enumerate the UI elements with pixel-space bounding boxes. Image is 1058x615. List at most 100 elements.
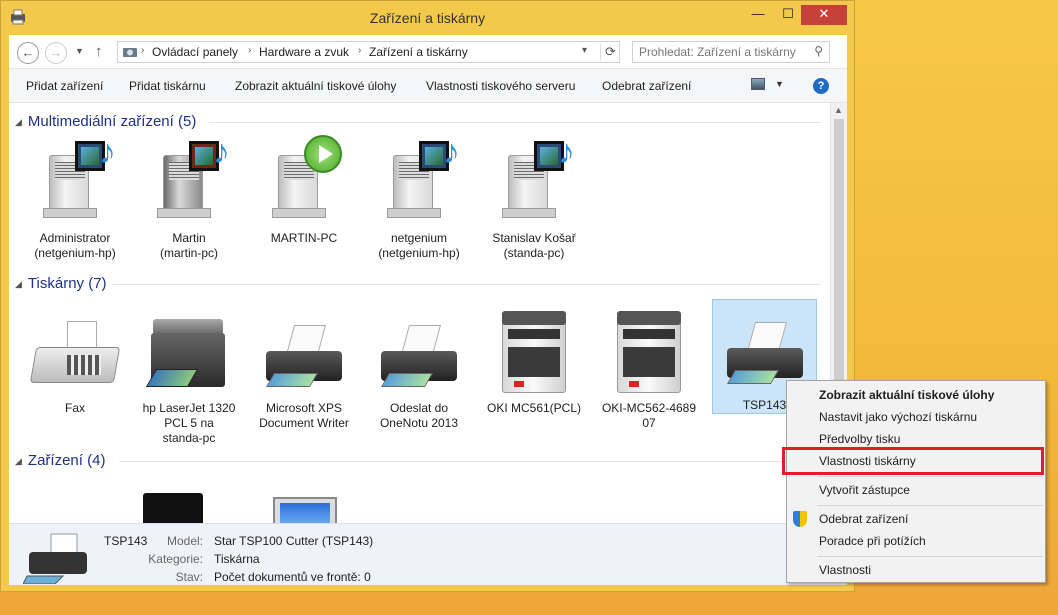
search-placeholder: Prohledat: Zařízení a tiskárny [639, 45, 796, 59]
group-title: Zařízení (4) [27, 452, 106, 469]
device-item[interactable]: OKI-MC562-4689 07 [594, 303, 704, 431]
device-item[interactable]: ♪ netgenium (netgenium-hp) [364, 133, 474, 261]
device-item[interactable]: Microsoft XPS Document Writer [249, 303, 359, 431]
group-divider [119, 461, 821, 462]
device-item[interactable]: ♪ Administrator (netgenium-hp) [20, 133, 130, 261]
menu-separator [817, 476, 1043, 477]
group-divider [209, 122, 821, 123]
details-pane: TSP143 Model: Star TSP100 Cutter (TSP143… [9, 523, 847, 585]
device-item[interactable]: MARTIN-PC [249, 133, 359, 246]
scroll-up-icon[interactable]: ▲ [834, 105, 843, 115]
device-name: Fax [64, 401, 85, 415]
print-server-properties-button[interactable]: Vlastnosti tiskového serveru [426, 79, 575, 93]
collapse-arrow-icon[interactable]: ◢ [15, 279, 22, 289]
devices-and-printers-window: Zařízení a tiskárny — ☐ ✕ ← → ▼ ↑ › Ovlá… [0, 0, 855, 592]
group-header-multimedia[interactable]: ◢ Multimediální zařízení (5) [15, 113, 196, 130]
device-name: Odeslat do [389, 401, 449, 415]
device-host: (netgenium-hp) [34, 246, 116, 260]
fax-icon [27, 303, 123, 399]
menu-item-troubleshoot[interactable]: Poradce při potížích [819, 534, 926, 548]
window-title: Zařízení a tiskárny [369, 10, 486, 26]
menu-item-printing-preferences[interactable]: Předvolby tisku [819, 432, 900, 446]
media-server-icon: ♪ [486, 133, 582, 229]
device-name-line2: Document Writer [259, 416, 349, 430]
group-header-printers[interactable]: ◢ Tiskárny (7) [15, 275, 107, 292]
device-item[interactable]: Fax [20, 303, 130, 416]
category-label: Kategorie: [148, 552, 203, 566]
device-item[interactable]: Odeslat do OneNotu 2013 [364, 303, 474, 431]
breadcrumb-separator: › [248, 45, 252, 56]
close-button[interactable]: ✕ [801, 5, 847, 25]
printer-icon [22, 530, 93, 585]
view-options-dropdown[interactable]: ▼ [775, 79, 784, 89]
device-name: Stanislav Košař [492, 231, 576, 245]
up-button[interactable]: ↑ [95, 43, 103, 60]
search-input[interactable]: Prohledat: Zařízení a tiskárny ⚲ [632, 41, 830, 63]
laptop-device-icon[interactable] [143, 493, 203, 523]
media-server-icon: ♪ [27, 133, 123, 229]
maximize-button[interactable]: ☐ [774, 5, 802, 25]
status-label: Stav: [175, 570, 203, 584]
breadcrumb-hardware-sound[interactable]: Hardware a zvuk [259, 45, 349, 59]
model-label: Model: [166, 534, 203, 548]
device-name: Microsoft XPS [265, 401, 343, 415]
navigation-bar: ← → ▼ ↑ › Ovládací panely › Hardware a z… [9, 35, 847, 69]
devices-list-view: ◢ Multimediální zařízení (5) ♪ Administra… [9, 103, 847, 523]
highlight-frame [782, 447, 1044, 475]
media-server-icon: ♪ [371, 133, 467, 229]
device-name: hp LaserJet 1320 [142, 401, 236, 415]
menu-separator [817, 556, 1043, 557]
device-name-line2: PCL 5 na [164, 416, 214, 430]
device-host: (martin-pc) [159, 246, 218, 260]
see-print-jobs-button[interactable]: Zobrazit aktuální tiskové úlohy [235, 79, 396, 93]
search-icon[interactable]: ⚲ [814, 44, 823, 58]
collapse-arrow-icon[interactable]: ◢ [15, 117, 22, 127]
device-name-line2: OneNotu 2013 [379, 416, 459, 430]
breadcrumb-control-panel[interactable]: Ovládací panely [152, 45, 238, 59]
breadcrumb-separator: › [358, 45, 362, 56]
menu-item-remove-device[interactable]: Odebrat zařízení [819, 512, 908, 526]
printer-icon [371, 303, 467, 399]
help-icon[interactable]: ? [813, 78, 829, 94]
minimize-button[interactable]: — [744, 5, 772, 25]
device-name: OKI-MC562-4689 [601, 401, 697, 415]
back-button[interactable]: ← [17, 42, 39, 64]
group-title: Tiskárny (7) [27, 275, 107, 292]
device-name: netgenium [390, 231, 448, 245]
device-item[interactable]: ♪ Martin (martin-pc) [134, 133, 244, 261]
device-host: (netgenium-hp) [378, 246, 460, 260]
menu-item-properties[interactable]: Vlastnosti [819, 563, 871, 577]
media-server-icon: ♪ [141, 133, 237, 229]
menu-item-create-shortcut[interactable]: Vytvořit zástupce [819, 483, 910, 497]
category-value: Tiskárna [214, 552, 260, 566]
change-view-icon[interactable] [751, 78, 765, 90]
refresh-icon[interactable]: ⟳ [600, 44, 616, 60]
title-bar[interactable]: Zařízení a tiskárny — ☐ ✕ [1, 1, 854, 35]
group-header-devices[interactable]: ◢ Zařízení (4) [15, 452, 105, 469]
breadcrumb-devices-printers[interactable]: Zařízení a tiskárny [369, 45, 468, 59]
command-bar: Přidat zařízení Přidat tiskárnu Zobrazit… [9, 69, 847, 103]
recent-locations-dropdown[interactable]: ▼ [75, 46, 84, 56]
device-item[interactable]: hp LaserJet 1320 PCL 5 na standa-pc [134, 303, 244, 446]
breadcrumb-separator: › [141, 45, 145, 56]
menu-separator [817, 505, 1043, 506]
uac-shield-icon [793, 511, 807, 527]
add-printer-button[interactable]: Přidat tiskárnu [129, 79, 206, 93]
menu-item-set-default-printer[interactable]: Nastavit jako výchozí tiskárnu [819, 410, 977, 424]
device-name-line3: standa-pc [162, 431, 216, 445]
oki-printer-icon [486, 303, 582, 399]
remove-device-button[interactable]: Odebrat zařízení [602, 79, 691, 93]
device-name: MARTIN-PC [270, 231, 338, 245]
address-bar[interactable]: › Ovládací panely › Hardware a zvuk › Za… [117, 41, 620, 63]
add-device-button[interactable]: Přidat zařízení [26, 79, 103, 93]
control-panel-icon [123, 48, 137, 57]
device-item[interactable]: ♪ Stanislav Košař (standa-pc) [479, 133, 589, 261]
monitor-device-icon[interactable] [273, 497, 337, 523]
collapse-arrow-icon[interactable]: ◢ [15, 456, 22, 466]
group-title: Multimediální zařízení (5) [27, 113, 197, 130]
menu-item-see-print-jobs[interactable]: Zobrazit aktuální tiskové úlohy [819, 388, 994, 402]
forward-button[interactable]: → [45, 42, 67, 64]
media-player-icon [256, 133, 352, 229]
device-item[interactable]: OKI MC561(PCL) [479, 303, 589, 416]
address-dropdown-icon[interactable]: ▾ [582, 45, 587, 56]
